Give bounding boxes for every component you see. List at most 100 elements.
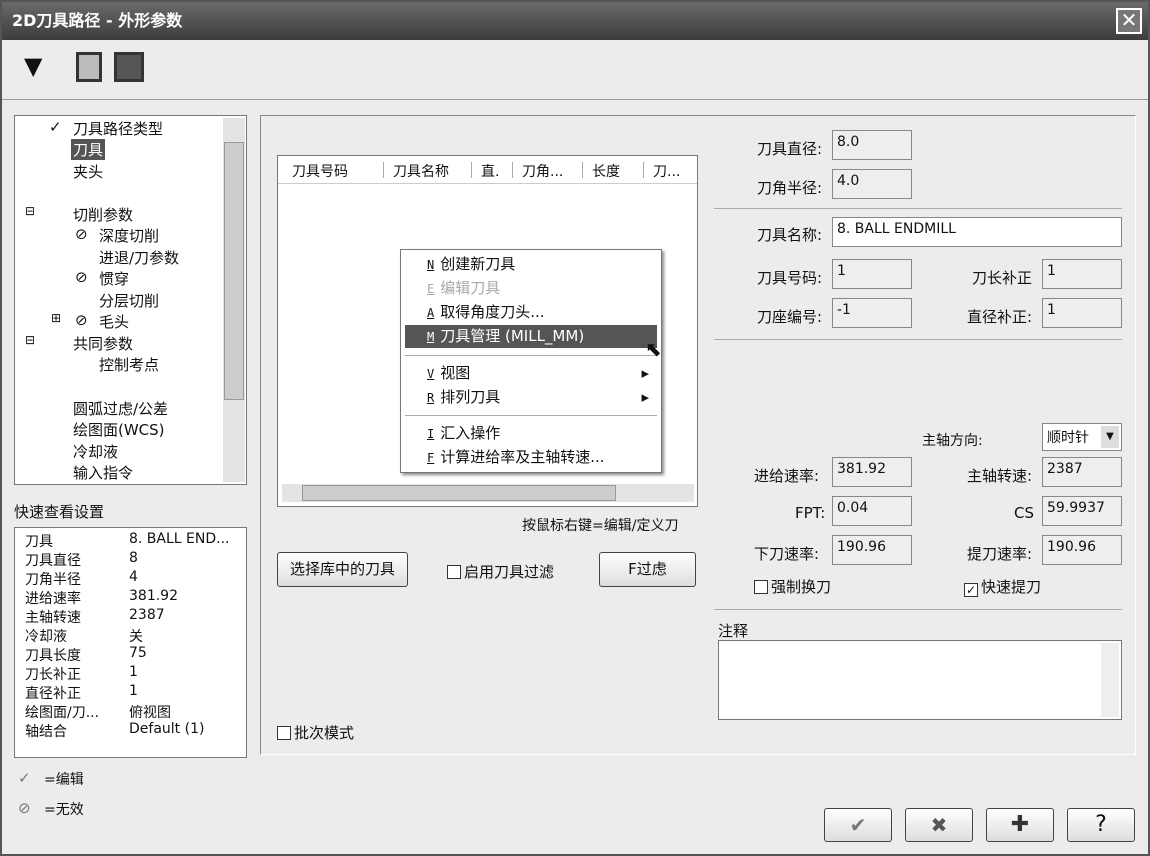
rapid-retract-checkbox[interactable]: ✓ 快速提刀 <box>964 576 1041 597</box>
quick-view-value: Default (1) <box>129 721 205 737</box>
add-button[interactable]: ✚ <box>986 808 1054 842</box>
menu-item[interactable]: F 计算进给率及主轴转速... <box>405 446 657 469</box>
column-header[interactable]: 刀具名称 <box>393 161 449 181</box>
column-header[interactable]: 刀... <box>653 161 680 181</box>
menu-item[interactable]: R 排列刀具 ▸ <box>405 386 657 409</box>
fpt-label: FPT: <box>795 504 826 522</box>
expand-icon[interactable]: ⊞ <box>51 311 61 325</box>
column-header[interactable]: 直. <box>481 161 499 181</box>
tool-name-field[interactable]: 8. BALL ENDMILL <box>832 217 1122 247</box>
menu-item-label: 排列刀具 <box>440 388 501 406</box>
comment-scrollbar[interactable] <box>1101 643 1119 717</box>
legend-edit: =编辑 <box>44 772 84 788</box>
rapid-retract-label: 快速提刀 <box>981 578 1042 596</box>
tree-item[interactable]: 切削参数 <box>73 204 133 225</box>
tree-item[interactable]: 惯穿 <box>99 268 129 289</box>
tool-number-label: 刀具号码: <box>757 269 823 287</box>
tool-name-label: 刀具名称: <box>757 226 823 244</box>
spindle-direction-value: 顺时针 <box>1047 430 1089 446</box>
force-tool-change-checkbox[interactable]: 强制换刀 <box>754 576 831 597</box>
save-icon[interactable] <box>76 52 102 82</box>
parameter-tree: ✓ 刀具路径类型 刀具 夹头 ⊟ 切削参数 ⊘ 深度切削 进退/刀参数 ⊘ 惯穿… <box>14 115 247 485</box>
check-icon: ✓ <box>49 118 62 136</box>
disabled-icon: ⊘ <box>75 225 88 243</box>
retract-rate-field[interactable]: 190.96 <box>1042 535 1122 565</box>
quick-view-key: 直径补正 <box>25 686 81 702</box>
collapse-icon[interactable]: ⊟ <box>25 204 35 218</box>
quick-view-value: 俯视图 <box>129 705 171 721</box>
menu-item[interactable]: E 编辑刀具 <box>405 277 657 300</box>
corner-radius-label: 刀角半径: <box>757 179 823 197</box>
submenu-arrow-icon: ▸ <box>641 388 649 406</box>
tree-item[interactable]: 冷却液 <box>73 441 118 462</box>
quick-view-list: 刀具 8. BALL END... 刀具直径 8 刀角半径 4 进给速率 381.92 主轴转速… <box>14 527 247 758</box>
tree-item[interactable]: 输入指令 <box>73 462 133 483</box>
submenu-arrow-icon: ▸ <box>641 364 649 382</box>
enable-filter-checkbox[interactable]: 启用刀具过滤 <box>447 561 554 582</box>
tree-item[interactable]: 控制考点 <box>99 354 159 375</box>
tool-icon[interactable]: ▼ <box>24 52 42 80</box>
menu-item[interactable]: A 取得角度刀头... <box>405 301 657 324</box>
comment-textarea[interactable] <box>718 640 1122 720</box>
menu-item[interactable]: I 汇入操作 <box>405 422 657 445</box>
cancel-button[interactable]: ✖ <box>905 808 973 842</box>
feed-rate-field[interactable]: 381.92 <box>832 457 912 487</box>
scroll-thumb[interactable] <box>302 485 616 501</box>
check-icon: ✓ <box>18 769 31 787</box>
ok-button[interactable]: ✔ <box>824 808 892 842</box>
tree-item[interactable]: 绘图面(WCS) <box>73 419 165 440</box>
column-header[interactable]: 长度 <box>592 161 620 181</box>
menu-accelerator: I <box>427 427 435 441</box>
tree-item[interactable]: 毛头 <box>99 311 129 332</box>
disabled-icon: ⊘ <box>18 799 31 817</box>
spindle-direction-label: 主轴方向: <box>922 433 983 449</box>
batch-mode-label: 批次模式 <box>294 724 355 742</box>
menu-accelerator: N <box>427 258 435 272</box>
tree-item[interactable]: 分层切削 <box>99 290 159 311</box>
holder-number-label: 刀座编号: <box>757 308 823 326</box>
spindle-speed-field[interactable]: 2387 <box>1042 457 1122 487</box>
corner-radius-field[interactable]: 4.0 <box>832 169 912 199</box>
diameter-offset-label: 直径补正: <box>967 308 1033 326</box>
tool-number-field[interactable]: 1 <box>832 259 912 289</box>
menu-item[interactable]: V 视图 ▸ <box>405 362 657 385</box>
spindle-direction-select[interactable]: 顺时针 ▼ <box>1042 423 1122 451</box>
menu-item[interactable]: M 刀具管理 (MILL_MM) <box>405 325 657 348</box>
length-offset-label: 刀长补正 <box>972 269 1033 287</box>
quick-view-value: 1 <box>129 683 138 699</box>
column-header[interactable]: 刀角... <box>522 161 563 181</box>
diameter-offset-field[interactable]: 1 <box>1042 298 1122 328</box>
quick-view-title: 快速查看设置 <box>14 503 105 521</box>
filter-button[interactable]: F过虑 <box>599 552 696 587</box>
fpt-field[interactable]: 0.04 <box>832 496 912 526</box>
tree-item[interactable]: 刀具路径类型 <box>73 118 163 139</box>
tree-item[interactable]: 深度切削 <box>99 225 159 246</box>
disabled-icon: ⊘ <box>75 311 88 329</box>
menu-item[interactable]: N 创建新刀具 <box>405 253 657 276</box>
length-offset-field[interactable]: 1 <box>1042 259 1122 289</box>
close-button[interactable]: ✕ <box>1116 8 1142 34</box>
holder-number-field[interactable]: -1 <box>832 298 912 328</box>
quick-view-value: 1 <box>129 664 138 680</box>
quick-view-key: 冷却液 <box>25 629 67 645</box>
quick-view-value: 381.92 <box>129 588 178 604</box>
column-header[interactable]: 刀具号码 <box>292 161 348 181</box>
menu-accelerator: F <box>427 451 435 465</box>
tool-diameter-field[interactable]: 8.0 <box>832 130 912 160</box>
tree-item-selected[interactable]: 刀具 <box>71 139 106 160</box>
collapse-icon[interactable]: ⊟ <box>25 333 35 347</box>
tree-item[interactable]: 圆弧过虑/公差 <box>73 398 168 419</box>
help-button[interactable]: ? <box>1067 808 1135 842</box>
select-library-tool-button[interactable]: 选择库中的刀具 <box>277 552 408 587</box>
tree-item[interactable]: 共同参数 <box>73 333 133 354</box>
cs-field[interactable]: 59.9937 <box>1042 496 1122 526</box>
quick-view-value: 8. BALL END... <box>129 531 230 547</box>
plunge-rate-field[interactable]: 190.96 <box>832 535 912 565</box>
tree-item[interactable]: 进退/刀参数 <box>99 247 179 268</box>
tree-item[interactable]: 夹头 <box>73 161 103 182</box>
batch-mode-checkbox[interactable]: 批次模式 <box>277 722 354 743</box>
save-as-icon[interactable] <box>114 52 144 82</box>
scroll-thumb[interactable] <box>224 142 244 400</box>
quick-view-value: 关 <box>129 629 143 645</box>
title-bar: 2D刀具路径 - 外形参数 ✕ <box>2 2 1148 40</box>
